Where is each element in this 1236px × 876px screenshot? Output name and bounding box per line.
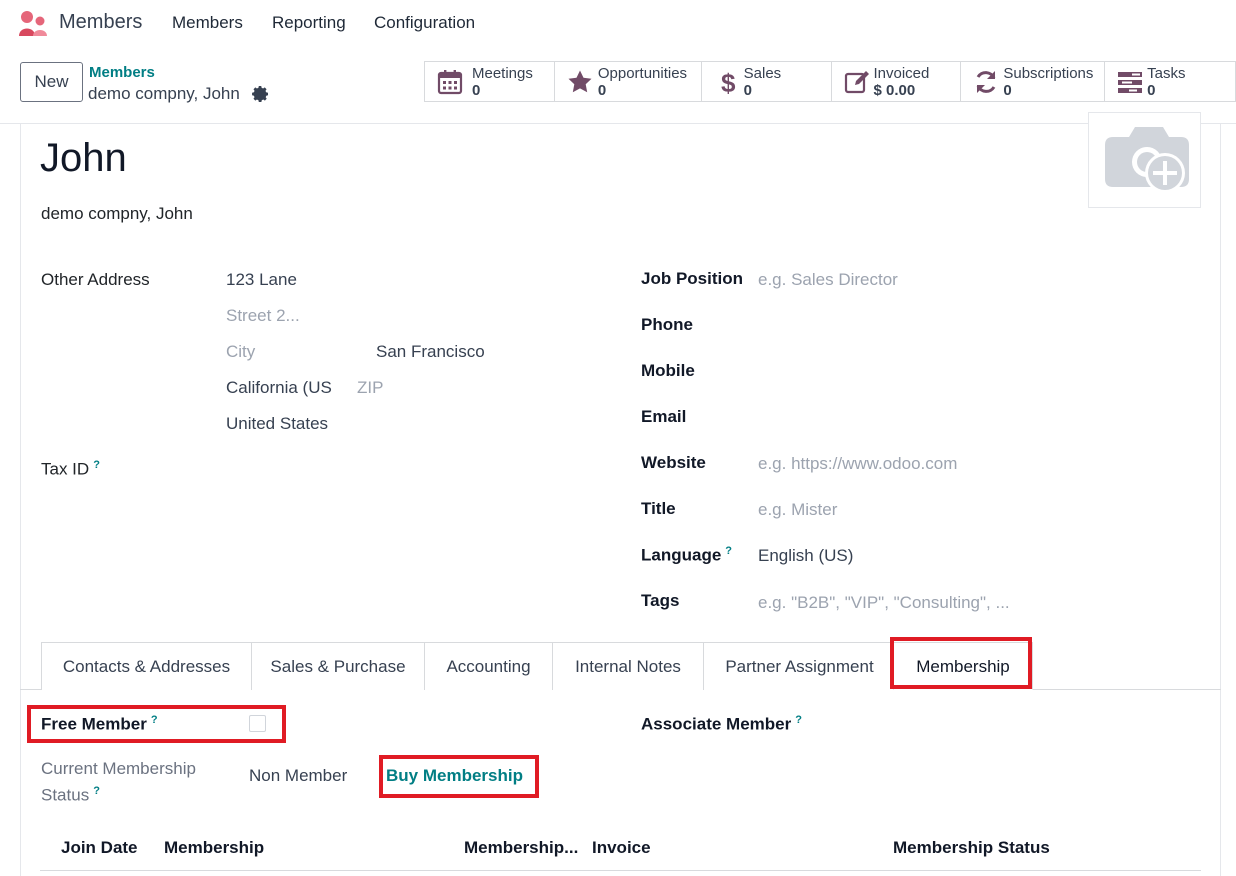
stat-value: $ 0.00 <box>873 82 916 99</box>
top-navbar: Members Members Reporting Configuration <box>0 0 1236 46</box>
stat-value: 0 <box>1003 82 1012 99</box>
calendar-icon <box>437 70 463 95</box>
free-member-label: Free Member? <box>41 714 158 735</box>
column-join-date[interactable]: Join Date <box>61 838 138 858</box>
scrollbar[interactable] <box>1221 124 1236 876</box>
buy-membership-button[interactable]: Buy Membership <box>386 766 523 786</box>
app-name[interactable]: Members <box>59 11 142 34</box>
stat-label: Sales <box>743 65 782 82</box>
stat-opportunities[interactable]: Opportunities 0 <box>555 62 702 101</box>
current-status-value: Non Member <box>249 766 348 785</box>
stat-subscriptions[interactable]: Subscriptions 0 <box>961 62 1106 101</box>
dollar-icon: $ <box>721 69 736 95</box>
column-membership-fee[interactable]: Membership... <box>464 838 578 858</box>
website-input[interactable]: e.g. https://www.odoo.com <box>758 454 957 474</box>
stat-label: Meetings <box>472 65 533 82</box>
current-status-label-1: Current Membership <box>41 759 196 778</box>
menu-configuration[interactable]: Configuration <box>374 13 475 33</box>
tab-sales-purchase[interactable]: Sales & Purchase <box>251 642 425 690</box>
current-status-text: Status <box>41 785 90 805</box>
country-field[interactable]: United States <box>226 414 328 434</box>
email-label: Email <box>641 407 687 426</box>
menu-members[interactable]: Members <box>172 13 243 33</box>
stat-value: 0 <box>597 82 607 99</box>
stat-meetings[interactable]: Meetings 0 <box>425 62 555 101</box>
free-member-text: Free Member <box>41 714 147 734</box>
stat-label: Tasks <box>1147 65 1186 82</box>
menu-reporting[interactable]: Reporting <box>272 13 346 33</box>
help-icon[interactable]: ? <box>93 459 100 471</box>
title-label: Title <box>641 499 676 518</box>
avatar[interactable] <box>1088 112 1201 208</box>
company-line[interactable]: demo compny, John <box>41 204 193 224</box>
associate-member-text: Associate Member <box>641 714 792 734</box>
stat-value: 0 <box>743 82 752 99</box>
stat-invoiced[interactable]: Invoiced $ 0.00 <box>832 62 962 101</box>
table-header-divider <box>40 870 1201 871</box>
column-membership[interactable]: Membership <box>164 838 264 858</box>
record-name[interactable]: John <box>40 136 127 181</box>
language-text: Language <box>641 545 722 565</box>
refresh-icon <box>976 71 996 93</box>
new-button[interactable]: New <box>20 62 83 102</box>
members-app-icon[interactable] <box>18 9 48 37</box>
free-member-checkbox[interactable] <box>249 715 266 732</box>
tab-partner-assignment[interactable]: Partner Assignment <box>703 642 896 690</box>
street-field[interactable]: 123 Lane <box>226 270 297 290</box>
gear-icon[interactable] <box>252 85 270 103</box>
column-invoice[interactable]: Invoice <box>592 838 651 858</box>
stat-value: 0 <box>1147 82 1156 99</box>
edit-icon <box>844 71 869 94</box>
city-field[interactable]: City <box>226 342 255 362</box>
svg-text:$: $ <box>721 69 736 95</box>
stat-buttons: Meetings 0 Opportunities 0 $ Sales 0 Inv… <box>424 61 1236 102</box>
city-value[interactable]: San Francisco <box>376 342 485 362</box>
tab-membership[interactable]: Membership <box>893 642 1033 690</box>
title-input[interactable]: e.g. Mister <box>758 500 837 520</box>
tasks-icon <box>1118 72 1143 93</box>
column-membership-status[interactable]: Membership Status <box>893 838 1050 858</box>
current-status-label-2: Status? <box>41 785 100 806</box>
stat-tasks[interactable]: Tasks 0 <box>1105 62 1236 101</box>
form-sheet <box>20 124 1221 876</box>
stat-label: Opportunities <box>597 65 688 82</box>
tab-accounting[interactable]: Accounting <box>424 642 553 690</box>
breadcrumb-current: demo compny, John <box>88 84 240 103</box>
tax-id-text: Tax ID <box>41 459 90 479</box>
stat-label: Subscriptions <box>1003 65 1094 82</box>
tax-id-label: Tax ID? <box>41 459 100 480</box>
language-label: Language? <box>641 545 732 566</box>
star-icon <box>568 70 592 93</box>
associate-member-label: Associate Member? <box>641 714 802 735</box>
job-position-label: Job Position <box>641 269 743 288</box>
tab-contacts-addresses[interactable]: Contacts & Addresses <box>41 642 252 690</box>
stat-value: 0 <box>472 82 481 99</box>
help-icon[interactable]: ? <box>725 545 732 557</box>
help-icon[interactable]: ? <box>151 714 158 726</box>
tags-label: Tags <box>641 591 680 610</box>
phone-label: Phone <box>641 315 693 334</box>
breadcrumb-parent[interactable]: Members <box>89 64 155 81</box>
other-address-label: Other Address <box>41 270 150 289</box>
job-position-input[interactable]: e.g. Sales Director <box>758 270 898 290</box>
zip-field[interactable]: ZIP <box>357 378 383 398</box>
tags-input[interactable]: e.g. "B2B", "VIP", "Consulting", ... <box>758 593 1010 613</box>
street2-field[interactable]: Street 2... <box>226 306 300 326</box>
tab-internal-notes[interactable]: Internal Notes <box>552 642 704 690</box>
camera-plus-icon <box>1105 127 1189 193</box>
language-select[interactable]: English (US) <box>758 546 853 566</box>
stat-sales[interactable]: $ Sales 0 <box>702 62 832 101</box>
state-field[interactable]: California (US <box>226 378 332 398</box>
mobile-label: Mobile <box>641 361 695 380</box>
help-icon[interactable]: ? <box>93 785 100 797</box>
stat-label: Invoiced <box>873 65 930 82</box>
website-label: Website <box>641 453 706 472</box>
help-icon[interactable]: ? <box>795 714 802 726</box>
